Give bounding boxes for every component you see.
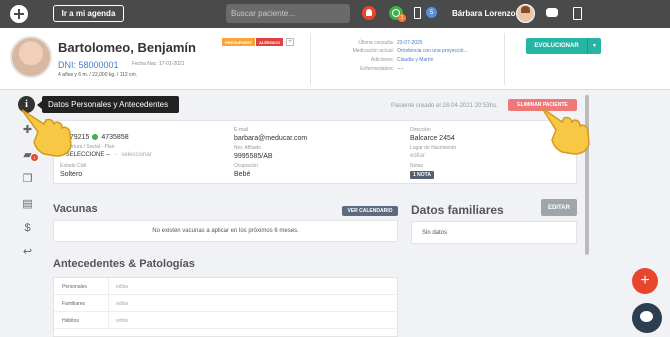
antecedent-edit-link[interactable]: editar: [116, 301, 129, 307]
antecedent-edit-link[interactable]: editar: [116, 284, 129, 290]
user-avatar[interactable]: [516, 4, 535, 23]
coverage-separator: -: [114, 152, 117, 158]
chat-bubbles-icon[interactable]: [546, 8, 558, 17]
add-badge-button[interactable]: +: [286, 38, 294, 46]
chat-support-button[interactable]: [632, 303, 662, 333]
reply-arrow-icon[interactable]: ↩: [21, 246, 34, 259]
alergico-badge[interactable]: ALÉRGICO: [256, 38, 284, 46]
vaccines-card: No existen vacunas a aplicar en los próx…: [53, 220, 398, 242]
pointing-hand-icon: [541, 107, 590, 155]
presupuesto-badge[interactable]: PRESUPUEST: [222, 38, 256, 46]
antecedent-edit-link[interactable]: editar: [116, 318, 129, 324]
row-divider: [108, 295, 109, 311]
civil-status-label: Estado Civil: [60, 163, 87, 169]
table-row: Familiares editar: [54, 295, 397, 312]
antecedent-label: Familiares: [62, 301, 86, 307]
patient-dni: DNI: 58000001: [58, 60, 119, 70]
antecedents-title: Antecedentes & Patologías: [53, 258, 195, 270]
occupation-label: Ocupación: [234, 163, 258, 169]
chevron-down-icon[interactable]: ▼: [587, 38, 601, 54]
dollar-icon[interactable]: $: [21, 222, 34, 235]
family-data-card: Sin datos: [411, 221, 577, 244]
copy-documents-icon[interactable]: ❐: [21, 173, 34, 186]
vaccines-title: Vacunas: [53, 203, 98, 215]
birthplace-label: Lugar de Nacimiento: [410, 145, 457, 151]
top-bar: Ir a mi agenda 1 5 Bárbara Lorenzo: [0, 0, 670, 28]
antecedent-label: Hábitos: [62, 318, 79, 324]
last-visit-value: 23-07-2025: [397, 40, 423, 46]
patient-birthdate: Fecha Nac: 17-01-2021: [132, 61, 185, 67]
patient-created-text: Paciente creado el 28-04-2021 20:53hs.: [391, 103, 498, 109]
clipboard-icon[interactable]: [573, 7, 582, 20]
row-divider: [108, 278, 109, 294]
additions-label: Adiciones:: [370, 57, 394, 63]
antecedent-label: Personales: [62, 284, 88, 290]
medication-label: Medicación actual:: [352, 48, 394, 54]
birthplace-edit-link[interactable]: editar: [410, 153, 425, 159]
evolucionar-button[interactable]: EVOLUCIONAR ▼: [526, 38, 601, 54]
whatsapp-small-icon[interactable]: [92, 134, 99, 141]
floating-add-button[interactable]: +: [632, 268, 658, 294]
mobile-phone-icon[interactable]: [414, 7, 421, 19]
patient-age-info: 4 años y 6 m. / 22,000 kg. / 112 cm.: [58, 72, 138, 78]
patient-search-input[interactable]: [226, 4, 350, 23]
table-row: Hábitos editar: [54, 312, 397, 329]
user-name[interactable]: Bárbara Lorenzo: [452, 9, 516, 18]
notes-badge[interactable]: 1 NOTA: [410, 171, 434, 179]
personal-data-card: 479215 4735858 Cobertura / Social - Plan …: [53, 120, 577, 184]
whatsapp-count-badge: 1: [398, 14, 406, 22]
address-label: Dirección: [410, 127, 431, 133]
edit-family-button[interactable]: EDITAR: [541, 199, 577, 216]
go-to-agenda-button[interactable]: Ir a mi agenda: [53, 5, 124, 22]
evolucionar-label: EVOLUCIONAR: [534, 43, 579, 49]
alarm-bell-icon[interactable]: [362, 6, 376, 20]
last-visit-label: Última consulta:: [358, 40, 394, 46]
pointing-hand-icon: [21, 109, 72, 157]
coverage-select-link[interactable]: seleccionar: [121, 152, 151, 158]
patient-name: Bartolomeo, Benjamín: [58, 40, 196, 55]
additions-value: Claudia y Martín: [397, 57, 434, 63]
diseases-value: ----: [397, 66, 404, 72]
affiliate-number-label: Nro. Afiliado: [234, 145, 261, 151]
plus-logo-icon[interactable]: [10, 5, 28, 23]
phone2-value[interactable]: 4735858: [101, 134, 128, 141]
address-value: Balcarce 2454: [410, 135, 455, 142]
occupation-value: Bebé: [234, 171, 251, 178]
patient-header: Bartolomeo, Benjamín PRESUPUEST ALÉRGICO…: [0, 28, 670, 90]
civil-status-value: Soltero: [60, 171, 83, 178]
family-data-title: Datos familiares: [411, 203, 504, 217]
document-icon[interactable]: ▤: [21, 198, 34, 211]
affiliate-number-value: 9995585/AB: [234, 153, 273, 160]
medication-value: Ortodoncia con una proyecció...: [397, 48, 468, 54]
diseases-label: Enfermedades:: [360, 66, 394, 72]
notes-label: Notas: [410, 163, 424, 169]
email-label: E-mail: [234, 127, 249, 133]
view-calendar-button[interactable]: VER CALENDARIO: [342, 206, 398, 216]
antecedents-card: Personales editar Familiares editar Hábi…: [53, 277, 398, 337]
email-value[interactable]: barbara@meducar.com: [234, 135, 307, 142]
patient-avatar: [10, 36, 52, 78]
table-row: Personales editar: [54, 278, 397, 295]
patient-summary: Última consulta: 23-07-2025 Medicación ac…: [310, 33, 505, 85]
phone-count-badge: 5: [426, 7, 437, 18]
row-divider: [108, 312, 109, 328]
